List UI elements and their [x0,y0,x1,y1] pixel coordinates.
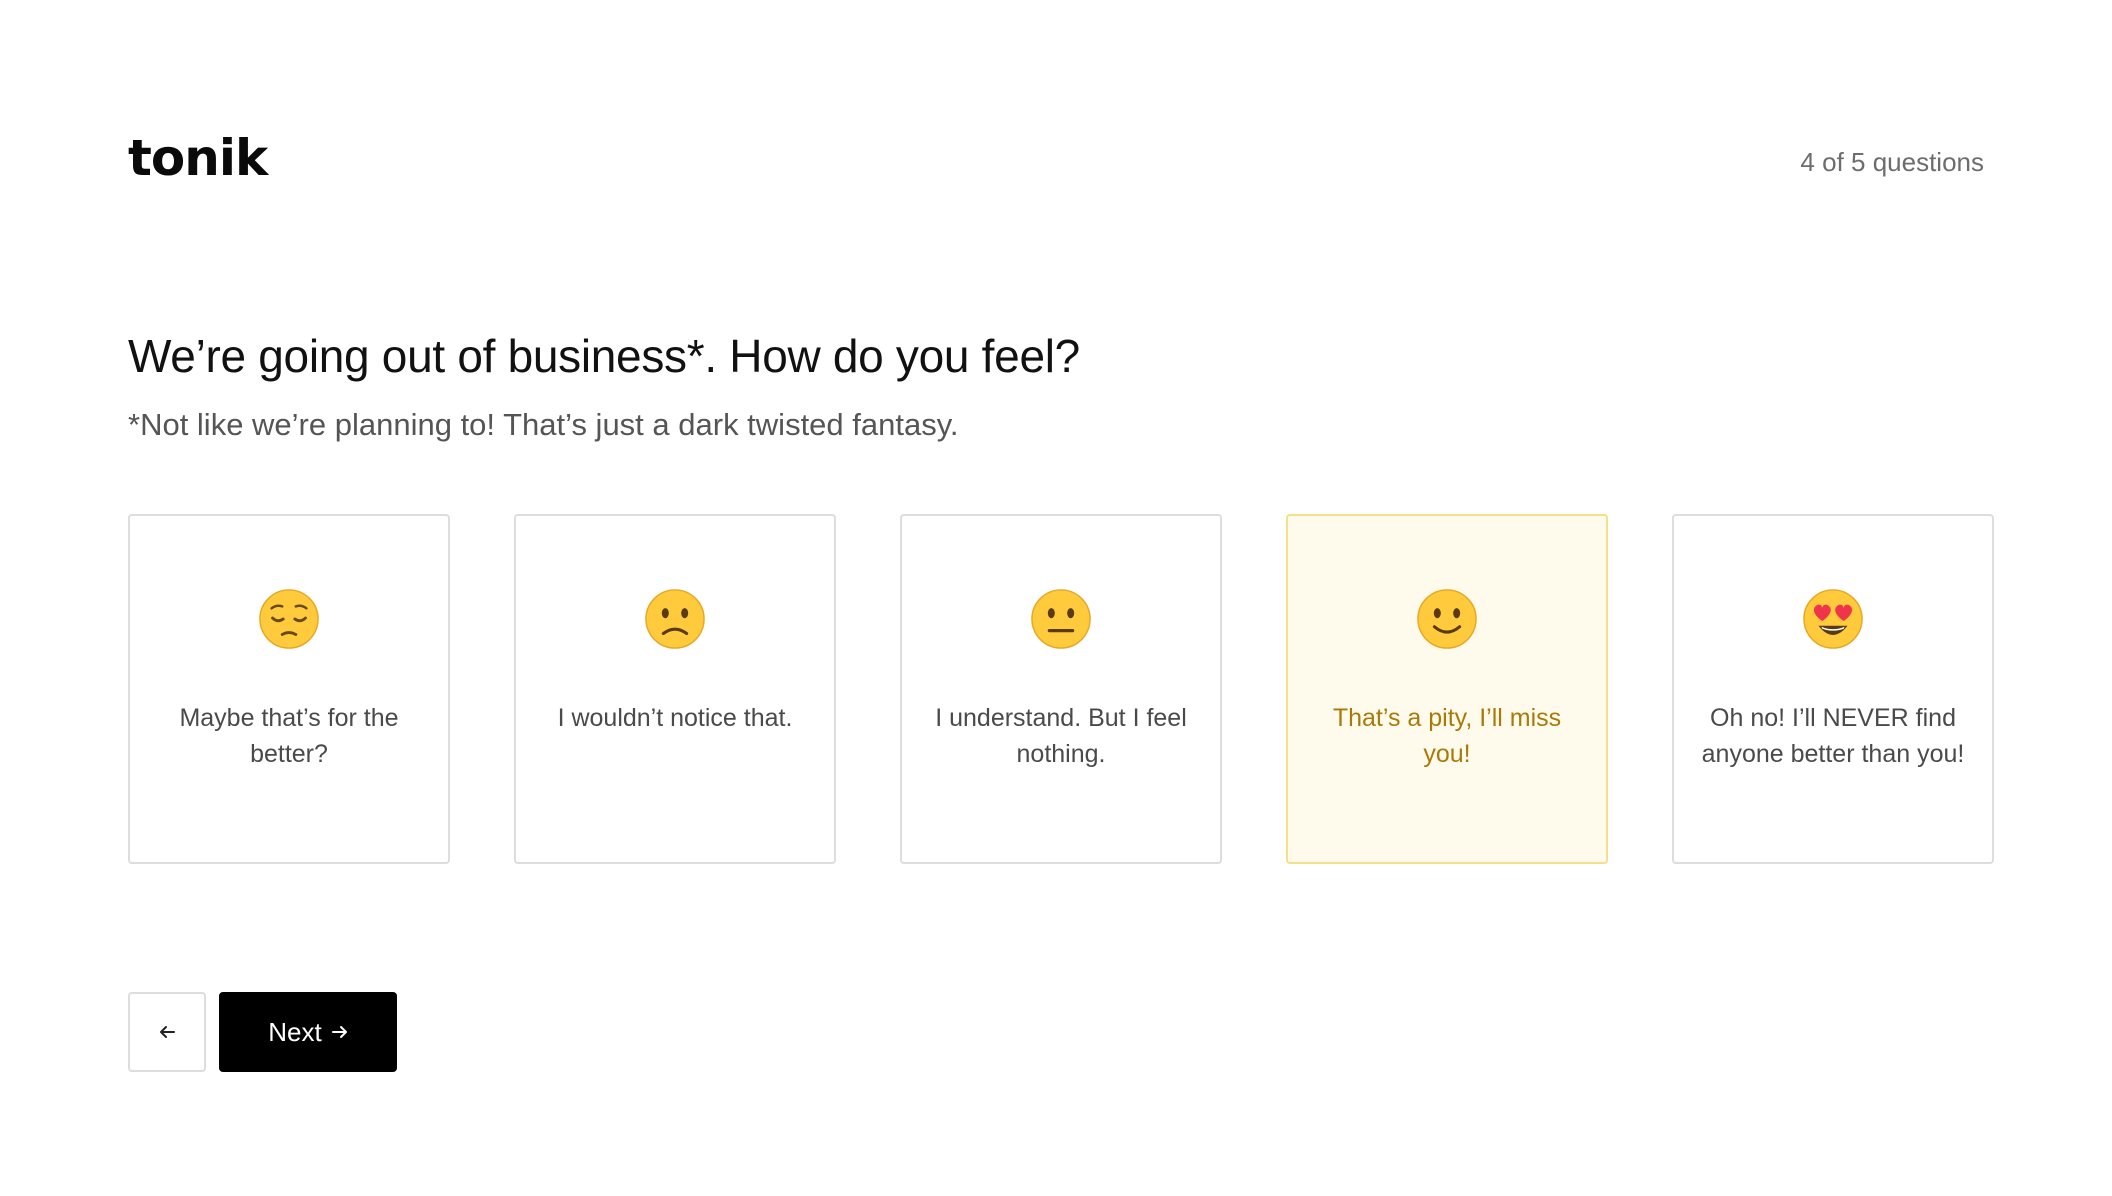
question-subtitle: *Not like we’re planning to! That’s just… [128,407,959,442]
heart-eyes-face-icon [1803,589,1863,649]
option-card-neutral[interactable]: I understand. But I feel nothing. [900,514,1222,864]
next-button[interactable]: Next [219,992,397,1072]
slightly-frowning-face-icon [645,589,705,649]
question-title: We’re going out of business*. How do you… [128,330,1080,382]
answer-options: Maybe that’s for the better? I wouldn’t … [128,514,1994,864]
option-card-frowning[interactable]: I wouldn’t notice that. [514,514,836,864]
option-card-smiling[interactable]: That’s a pity, I’ll miss you! [1286,514,1608,864]
slightly-smiling-face-icon [1417,589,1477,649]
question-progress: 4 of 5 questions [1800,147,1984,177]
arrow-right-icon [331,1026,347,1038]
option-card-pensive[interactable]: Maybe that’s for the better? [128,514,450,864]
question-navigation: Next [128,992,397,1072]
option-label: I understand. But I feel nothing. [935,704,1187,768]
tonik-logo: tonik [128,129,268,187]
back-button[interactable] [128,992,206,1072]
option-label: Maybe that’s for the better? [179,704,399,768]
option-card-heart-eyes[interactable]: Oh no! I’ll NEVER find anyone better tha… [1672,514,1994,864]
next-button-label: Next [268,1016,322,1047]
arrow-left-icon [160,1026,175,1038]
option-label: That’s a pity, I’ll miss you! [1332,704,1562,768]
pensive-face-icon [259,589,319,649]
neutral-face-icon [1031,589,1091,649]
option-label: I wouldn’t notice that. [557,704,793,732]
option-label: Oh no! I’ll NEVER find anyone better tha… [1701,704,1965,768]
